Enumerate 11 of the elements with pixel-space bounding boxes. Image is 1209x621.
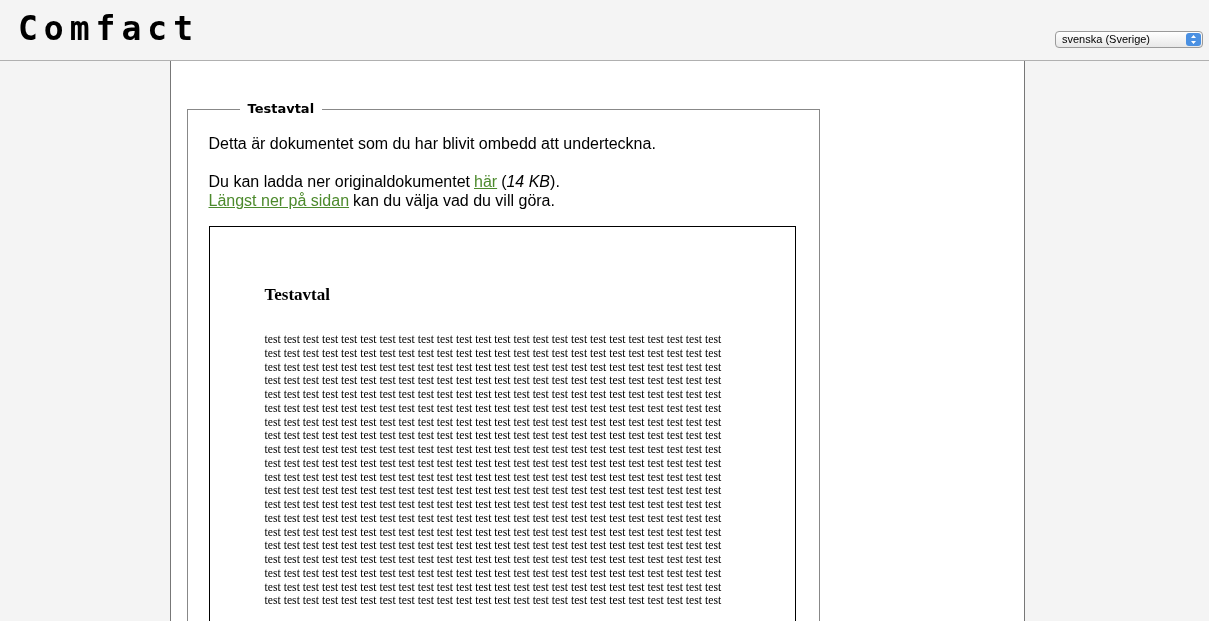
logo: Comfact — [18, 12, 200, 45]
download-text: Du kan ladda ner originaldokumentet — [208, 172, 470, 191]
bottom-of-page-link[interactable]: Längst ner på sidan — [208, 191, 350, 210]
language-select[interactable]: svenska (Sverige) — [1055, 31, 1203, 48]
document-title: Testavtal — [264, 285, 331, 305]
file-size: (14 KB). — [501, 172, 560, 191]
download-link[interactable]: här — [474, 172, 498, 191]
document-body: test test test test test test test test test test test test test test test test test test test test test test test test test test test test test test test test test test test test test test test test test test test test test test test test test test test test test test test test test test test test test test test test test test test test test test test test test test test test test test test test test test test test test test test test test test test test test test test test test test test test test test test test test test test test test test test test test test test test test test test test test test test test test test test test test test test test test test test test test test test test test test test test test test test test test test test test test test test test test test test test test test test test test test test test test test test test test test test test test test test test test test test test test test test test test test test test test test test test test test test test test test test test test test test test test test test test test test test test test test test test test test test test test test test test test test test test test test test test test test test test test test test test test test test test test test test test test test test test test test test test test test test test test test test test test test test test test test test test test test test test test test test test test test test test test test test test test test test test test test test test test test test test test test test test test test test test test test test test test test test test test test test test test test test test test test test test test test test test test test test test test test test test test test test test test test test test test test test test test test test test test test test test test test test test test test test test test test test test test test test test test test test test test test test test test test test test test test test test test test test test test test test test test test test test test test test test test test test test test test test test test test test test test test test test test test test test test test test test test test test test test test test test test test test test test test test test test test test test test test test test test test test test test test test test test test test test test test test test test test test test — [264, 333, 723, 608]
stepper-arrows-icon — [1186, 33, 1201, 46]
bottom-text: kan du välja vad du vill göra. — [353, 191, 555, 210]
intro-text: Detta är dokumentet som du har blivit ombedd att underteckna. — [208, 134, 657, 153]
